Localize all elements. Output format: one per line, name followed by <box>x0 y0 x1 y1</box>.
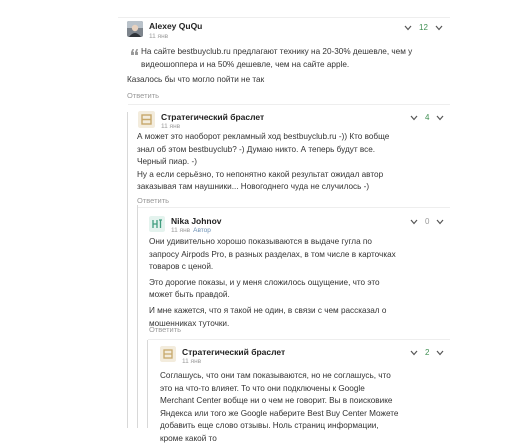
thread-line[interactable] <box>137 205 138 428</box>
chevron-down-icon[interactable] <box>410 219 418 225</box>
quote-icon <box>131 47 138 57</box>
separator <box>148 339 450 340</box>
chevron-down-icon[interactable] <box>410 115 418 121</box>
vote-controls: 4 <box>410 113 444 122</box>
comment-author[interactable]: Alexey QuQu <box>149 21 202 31</box>
comment-author[interactable]: Стратегический браслет <box>161 112 264 122</box>
comment-paragraph: Они удивительно хорошо показываются в вы… <box>149 237 396 272</box>
avatar[interactable] <box>127 21 143 37</box>
comment-time-value[interactable]: 11 янв <box>171 227 190 234</box>
vote-controls: 12 <box>404 23 443 32</box>
comment-author[interactable]: Nika Johnov <box>171 216 222 226</box>
more-vertical-icon[interactable] <box>436 219 444 225</box>
comment-time: 11 янв Автор <box>171 227 211 234</box>
chevron-down-icon[interactable] <box>404 25 412 31</box>
comment-paragraph: А может это наоборот рекламный ход bestb… <box>137 132 390 167</box>
comment-score: 4 <box>425 113 430 122</box>
separator <box>128 104 450 105</box>
reply-button[interactable]: Ответить <box>137 196 169 205</box>
comment-text: Они удивительно хорошо показываются в вы… <box>149 236 401 330</box>
comment-text: Соглашусь, что они там показываются, но … <box>160 371 399 443</box>
avatar[interactable] <box>138 111 155 128</box>
comment-paragraph: Это дорогие показы, и у меня сложилось о… <box>149 277 380 300</box>
comment-text: Казалось бы что могло пойти не так <box>127 75 265 84</box>
avatar[interactable] <box>160 346 176 362</box>
avatar[interactable] <box>149 216 165 232</box>
vote-controls: 0 <box>410 217 444 226</box>
comment-score: 2 <box>425 348 430 357</box>
comment-paragraph: Ну а если серьёзно, то непонятно какой р… <box>137 169 384 192</box>
quote-text: На сайте bestbuyclub.ru предлагают техни… <box>141 47 413 69</box>
reply-button[interactable]: Ответить <box>149 325 181 334</box>
comment-score: 12 <box>419 23 428 32</box>
more-vertical-icon[interactable] <box>435 25 443 31</box>
comment-time[interactable]: 11 янв <box>161 123 180 130</box>
more-vertical-icon[interactable] <box>436 115 444 121</box>
thread-line[interactable] <box>147 340 148 428</box>
comment-text: А может это наоборот рекламный ход bestb… <box>137 131 405 194</box>
author-badge: Автор <box>193 227 211 234</box>
comment-time[interactable]: 11 янв <box>182 358 201 365</box>
comment-score: 0 <box>425 217 430 226</box>
comment-paragraph: И мне кажется, что я такой не один, в св… <box>149 305 387 328</box>
more-vertical-icon[interactable] <box>436 350 444 356</box>
separator <box>118 17 450 18</box>
vote-controls: 2 <box>410 348 444 357</box>
thread-line[interactable] <box>127 112 128 428</box>
reply-button[interactable]: Ответить <box>127 91 159 100</box>
comment-author[interactable]: Стратегический браслет <box>182 347 285 357</box>
chevron-down-icon[interactable] <box>410 350 418 356</box>
separator <box>138 207 450 208</box>
comment-time[interactable]: 11 янв <box>149 33 168 40</box>
